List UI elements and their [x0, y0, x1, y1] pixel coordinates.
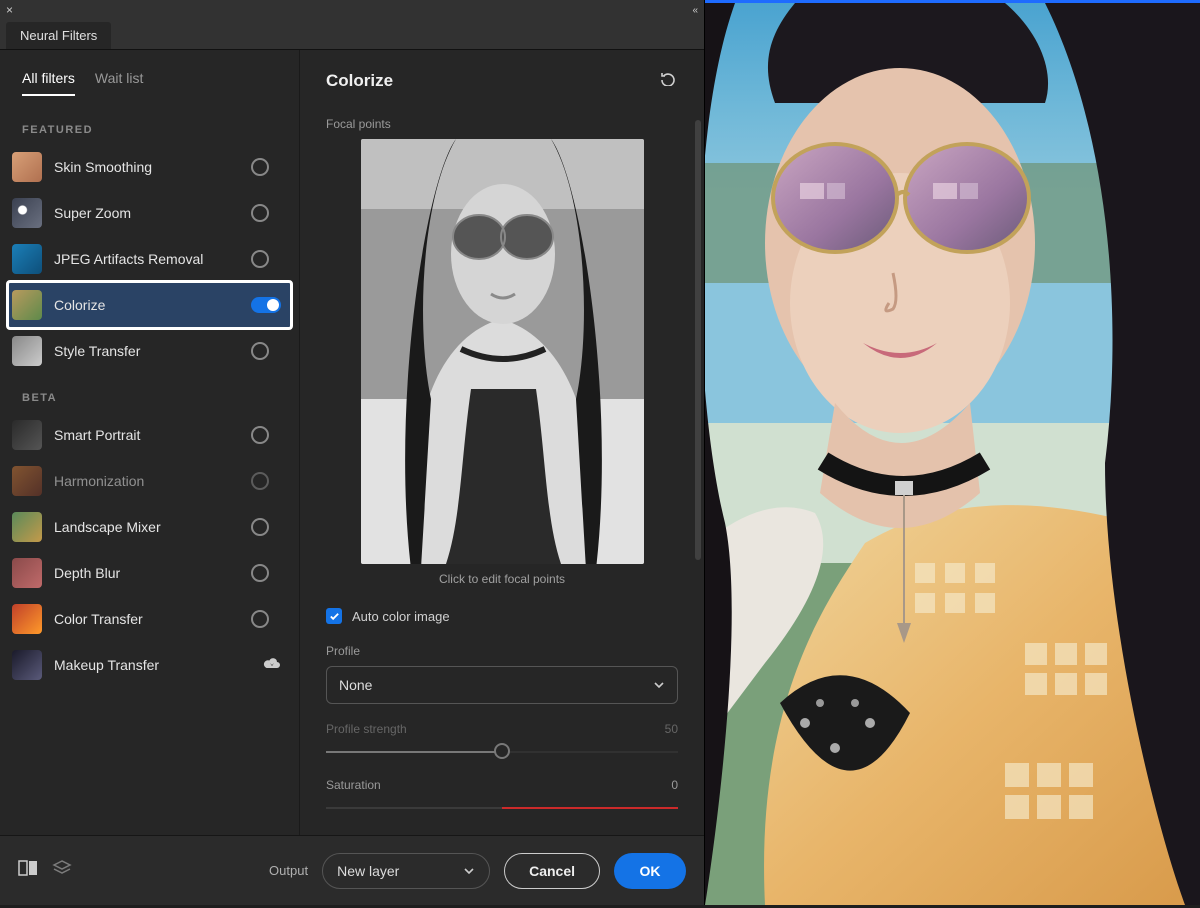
auto-color-label: Auto color image: [352, 609, 450, 624]
focal-points-label: Focal points: [326, 117, 678, 131]
filter-label: Skin Smoothing: [54, 159, 251, 175]
filter-depth-blur[interactable]: Depth Blur: [8, 550, 291, 596]
slider-label: Saturation: [326, 778, 381, 792]
panel-footer: Output New layer Cancel OK: [0, 835, 704, 905]
collapse-icon[interactable]: «: [692, 5, 698, 16]
output-dropdown[interactable]: New layer: [322, 853, 490, 889]
saturation-slider: Saturation 0: [326, 778, 678, 816]
filter-label: Style Transfer: [54, 343, 251, 359]
filter-label: Smart Portrait: [54, 427, 251, 443]
filter-settings-pane: Colorize Focal points: [300, 50, 704, 835]
slider-track[interactable]: [326, 798, 678, 816]
cloud-download-icon[interactable]: [263, 656, 281, 675]
settings-title: Colorize: [326, 71, 393, 91]
cancel-button[interactable]: Cancel: [504, 853, 600, 889]
filter-label: JPEG Artifacts Removal: [54, 251, 251, 267]
filter-toggle[interactable]: [251, 159, 281, 175]
filter-toggle[interactable]: [251, 251, 281, 267]
slider-track[interactable]: [326, 742, 678, 760]
filter-toggle[interactable]: [251, 565, 281, 581]
focal-points-hint: Click to edit focal points: [326, 572, 678, 586]
filter-toggle[interactable]: [251, 297, 281, 313]
output-label: Output: [269, 863, 308, 878]
titlebar: × «: [0, 0, 704, 20]
filter-toggle[interactable]: [251, 427, 281, 443]
filter-makeup-transfer[interactable]: Makeup Transfer: [8, 642, 291, 688]
filter-colorize[interactable]: Colorize: [8, 282, 291, 328]
filter-thumb: [12, 466, 42, 496]
filter-jpeg-artifacts[interactable]: JPEG Artifacts Removal: [8, 236, 291, 282]
filter-landscape-mixer[interactable]: Landscape Mixer: [8, 504, 291, 550]
ok-button[interactable]: OK: [614, 853, 686, 889]
filter-style-transfer[interactable]: Style Transfer: [8, 328, 291, 374]
slider-value: 0: [671, 778, 678, 792]
filter-thumb: [12, 512, 42, 542]
filter-toggle[interactable]: [251, 519, 281, 535]
filter-thumb: [12, 336, 42, 366]
filter-thumb: [12, 290, 42, 320]
reset-icon[interactable]: [658, 70, 678, 91]
profile-strength-slider: Profile strength 50: [326, 722, 678, 760]
app-root: × « Neural Filters All filters Wait list…: [0, 0, 1200, 905]
profile-label: Profile: [326, 644, 678, 658]
filter-thumb: [12, 152, 42, 182]
filter-super-zoom[interactable]: Super Zoom: [8, 190, 291, 236]
output-value: New layer: [337, 863, 399, 879]
section-featured: FEATURED: [0, 106, 299, 144]
filter-thumb: [12, 650, 42, 680]
filter-thumb: [12, 604, 42, 634]
chevron-down-icon: [463, 865, 475, 877]
filter-label: Super Zoom: [54, 205, 251, 221]
subtab-all-filters[interactable]: All filters: [22, 70, 75, 96]
filter-smart-portrait[interactable]: Smart Portrait: [8, 412, 291, 458]
filter-subtabs: All filters Wait list: [0, 64, 299, 106]
panel-tabstrip: Neural Filters: [0, 20, 704, 50]
filter-toggle[interactable]: [251, 473, 281, 489]
layers-icon[interactable]: [52, 859, 72, 882]
auto-color-checkbox-row[interactable]: Auto color image: [326, 608, 678, 624]
filter-skin-smoothing[interactable]: Skin Smoothing: [8, 144, 291, 190]
filter-thumb: [12, 558, 42, 588]
filter-sidebar: All filters Wait list FEATURED Skin Smoo…: [0, 50, 300, 835]
filter-thumb: [12, 420, 42, 450]
slider-thumb[interactable]: [494, 743, 510, 759]
filter-label: Colorize: [54, 297, 251, 313]
neural-filters-panel: × « Neural Filters All filters Wait list…: [0, 0, 705, 905]
filter-label: Landscape Mixer: [54, 519, 251, 535]
filter-toggle[interactable]: [251, 611, 281, 627]
section-beta: BETA: [0, 374, 299, 412]
filter-toggle[interactable]: [251, 205, 281, 221]
filter-label: Harmonization: [54, 473, 251, 489]
tab-neural-filters[interactable]: Neural Filters: [6, 22, 111, 49]
filter-label: Depth Blur: [54, 565, 251, 581]
chevron-down-icon: [653, 679, 665, 691]
filter-thumb: [12, 198, 42, 228]
subtab-wait-list[interactable]: Wait list: [95, 70, 143, 96]
panel-body: All filters Wait list FEATURED Skin Smoo…: [0, 50, 704, 835]
slider-value: 50: [665, 722, 678, 736]
filter-harmonization[interactable]: Harmonization: [8, 458, 291, 504]
profile-value: None: [339, 677, 372, 693]
focal-points-preview[interactable]: [361, 139, 644, 564]
filter-toggle[interactable]: [251, 343, 281, 359]
close-icon[interactable]: ×: [6, 3, 13, 17]
scrollbar[interactable]: [695, 120, 701, 560]
canvas-preview[interactable]: [705, 0, 1200, 905]
filter-thumb: [12, 244, 42, 274]
filter-color-transfer[interactable]: Color Transfer: [8, 596, 291, 642]
filter-label: Makeup Transfer: [54, 657, 263, 673]
slider-label: Profile strength: [326, 722, 407, 736]
profile-dropdown[interactable]: None: [326, 666, 678, 704]
checkbox-icon[interactable]: [326, 608, 342, 624]
preview-toggle-icon[interactable]: [18, 859, 38, 882]
filter-label: Color Transfer: [54, 611, 251, 627]
